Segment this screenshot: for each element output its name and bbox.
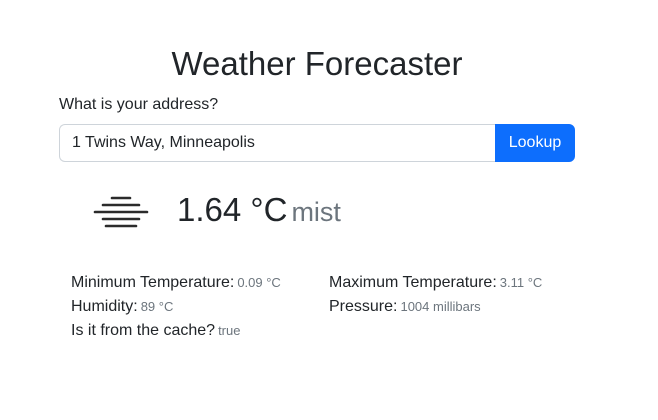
pressure-value: 1004 millibars [400,299,481,314]
min-temperature-label: Minimum Temperature: [71,274,235,291]
max-temperature: Maximum Temperature: 3.11 °C [329,273,542,293]
page: Weather Forecaster What is your address?… [0,0,658,420]
address-input[interactable] [59,124,495,162]
pressure: Pressure: 1004 millibars [329,297,481,317]
weather-description: mist [291,197,341,227]
humidity-label: Humidity: [71,298,138,315]
pressure-label: Pressure: [329,298,398,315]
lookup-button[interactable]: Lookup [495,124,575,162]
cache-status-value: true [218,323,241,338]
cache-status-label: Is it from the cache? [71,322,216,339]
current-conditions: 1.64 °C mist [177,188,341,239]
current-temperature: 1.64 °C [177,191,288,228]
address-label: What is your address? [59,96,219,113]
min-temperature-value: 0.09 °C [237,275,281,290]
min-temperature: Minimum Temperature: 0.09 °C [71,273,281,293]
humidity: Humidity: 89 °C [71,297,173,317]
max-temperature-value: 3.11 °C [499,275,543,290]
humidity-value: 89 °C [140,299,174,314]
mist-icon [92,192,150,232]
address-input-group: Lookup [59,124,575,162]
max-temperature-label: Maximum Temperature: [329,274,497,291]
page-title: Weather Forecaster [171,45,463,82]
cache-status: Is it from the cache? true [71,321,240,341]
